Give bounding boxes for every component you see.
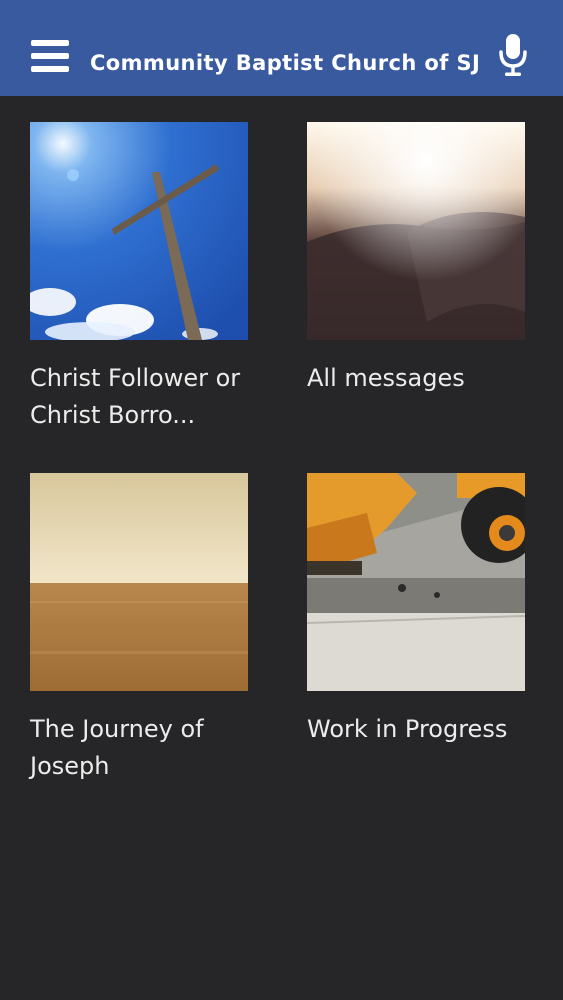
sermon-series-card[interactable]: Work in Progress xyxy=(307,473,525,748)
menu-button[interactable] xyxy=(31,40,69,74)
microphone-icon xyxy=(499,34,527,76)
sermon-series-card[interactable]: Christ Follower or Christ Borro... xyxy=(30,122,248,434)
series-thumbnail-cross xyxy=(30,122,248,340)
series-thumbnail-book xyxy=(307,122,525,340)
series-thumbnail-construction xyxy=(307,473,525,691)
sermon-series-card[interactable]: The Journey of Joseph xyxy=(30,473,248,785)
series-title: The Journey of Joseph xyxy=(30,715,204,780)
microphone-button[interactable] xyxy=(498,33,528,77)
series-title: Christ Follower or Christ Borro... xyxy=(30,364,241,429)
series-title: All messages xyxy=(307,364,465,392)
sermon-series-card[interactable]: All messages xyxy=(307,122,525,397)
series-thumbnail-desert xyxy=(30,473,248,691)
app-header: Community Baptist Church of SJ xyxy=(0,0,563,96)
app-title: Community Baptist Church of SJ xyxy=(90,51,481,75)
series-title: Work in Progress xyxy=(307,715,508,743)
hamburger-menu-icon xyxy=(31,40,69,46)
